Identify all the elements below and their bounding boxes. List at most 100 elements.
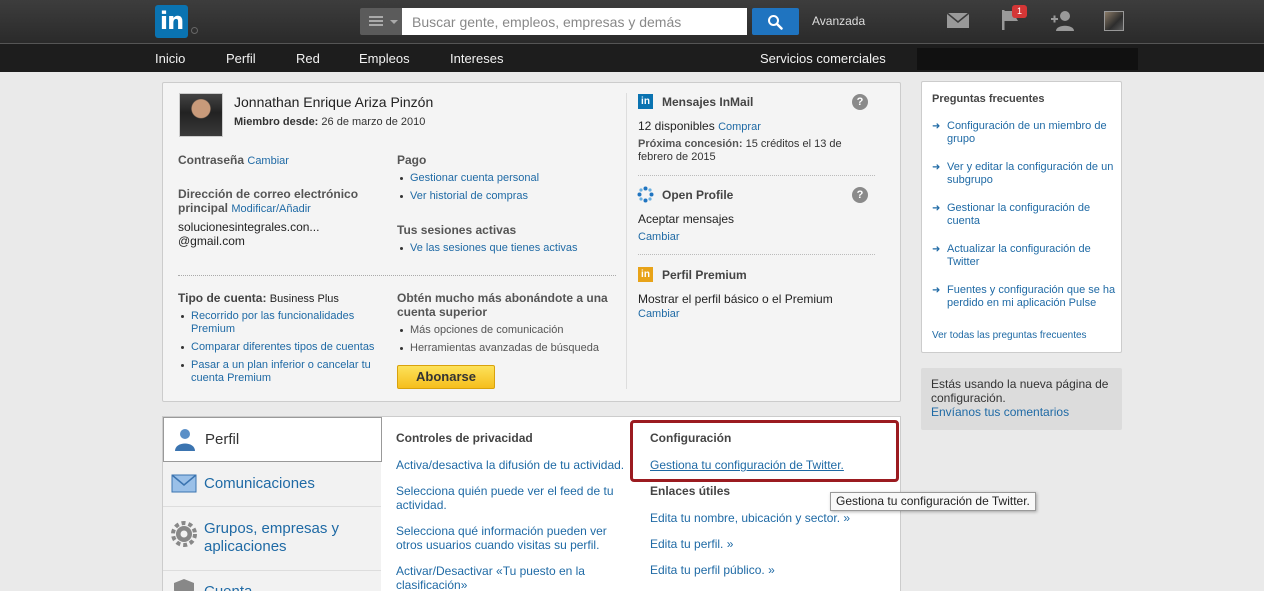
privacy-controls: Controles de privacidad Activa/desactiva…: [396, 431, 636, 591]
tab-grupos[interactable]: Grupos, empresas y aplicaciones: [163, 507, 381, 571]
arrow-icon: ➜: [932, 285, 941, 296]
member-since-label: Miembro desde:: [234, 116, 319, 128]
nav-item-intereses[interactable]: Intereses: [450, 51, 503, 66]
envelope-icon: [171, 474, 197, 493]
password-label: Contraseña: [178, 153, 245, 167]
divider: [178, 275, 616, 276]
help-icon[interactable]: ?: [852, 187, 868, 203]
privacy-link[interactable]: Activa/desactiva la difusión de tu activ…: [396, 458, 636, 472]
settings-tab-list: Perfil Comunicaciones Grupos, empresas y…: [163, 417, 382, 591]
payment-label: Pago: [397, 153, 427, 167]
search-button[interactable]: [752, 8, 799, 35]
premium-tour-link[interactable]: Recorrido por las funcionalidades Premiu…: [178, 310, 378, 336]
faq-item[interactable]: ➜ Actualizar la configuración de Twitter: [932, 243, 1117, 269]
password-row: Contraseña Cambiar: [178, 153, 289, 167]
advanced-search-link[interactable]: Avanzada: [812, 14, 865, 28]
premium-icon: in: [638, 267, 653, 282]
linkedin-logo[interactable]: in: [155, 5, 188, 38]
faq-panel: Preguntas frecuentes ➜ Configuración de …: [921, 81, 1122, 353]
search-icon: [768, 15, 783, 30]
email-value-line2: @gmail.com: [178, 234, 245, 248]
help-icon[interactable]: ?: [852, 94, 868, 110]
account-type: Tipo de cuenta: Business Plus: [178, 291, 339, 305]
nav-item-empleos[interactable]: Empleos: [359, 51, 410, 66]
downgrade-link[interactable]: Pasar a un plan inferior o cancelar tu c…: [178, 359, 378, 385]
divider: [638, 175, 875, 176]
inmail-next-grant: Próxima concesión: 15 créditos el 13 de …: [638, 138, 863, 164]
add-contact-icon[interactable]: [1050, 10, 1076, 32]
menu-icon: [369, 16, 383, 18]
member-since-value: 26 de marzo de 2010: [321, 116, 426, 128]
arrow-icon: ➜: [932, 244, 941, 255]
faq-title: Preguntas frecuentes: [932, 93, 1045, 105]
highlight-box: [630, 420, 899, 482]
account-summary-card: Jonnathan Enrique Ariza Pinzón Miembro d…: [162, 82, 901, 402]
active-sessions-link[interactable]: Ve las sesiones que tienes activas: [397, 242, 617, 255]
tab-cuenta[interactable]: Cuenta: [163, 571, 381, 591]
email-value: solucionesintegrales.con... @gmail.com: [178, 220, 319, 248]
arrow-icon: ➜: [932, 162, 941, 173]
faq-item[interactable]: ➜ Ver y editar la configuración de un su…: [932, 161, 1117, 187]
payment-links: Gestionar cuenta personal Ver historial …: [397, 172, 597, 208]
privacy-link[interactable]: Activar/Desactivar «Tu puesto en la clas…: [396, 564, 636, 591]
nav-item-inicio[interactable]: Inicio: [155, 51, 185, 66]
profile-icon: [175, 429, 195, 451]
chevron-down-icon: [390, 20, 398, 24]
search-input[interactable]: [402, 8, 747, 35]
arrow-icon: ➜: [932, 121, 941, 132]
useful-link[interactable]: Edita tu nombre, ubicación y sector. »: [650, 511, 880, 525]
notification-badge: 1: [1012, 5, 1027, 18]
useful-link[interactable]: Edita tu perfil público. »: [650, 563, 880, 577]
nav-item-red[interactable]: Red: [296, 51, 320, 66]
tab-perfil[interactable]: Perfil: [163, 417, 382, 462]
feedback-link[interactable]: Envíanos tus comentarios: [931, 405, 1112, 419]
sessions-label: Tus sesiones activas: [397, 223, 517, 237]
email-value-line1: solucionesintegrales.con...: [178, 220, 320, 234]
premium-change-link[interactable]: Cambiar: [638, 308, 680, 320]
inmail-next-label: Próxima concesión:: [638, 138, 743, 150]
shield-icon: [174, 579, 194, 591]
faq-item[interactable]: ➜ Fuentes y configuración que se ha perd…: [932, 284, 1117, 310]
open-profile-title: Open Profile: [662, 188, 734, 202]
open-profile-icon: [637, 186, 654, 203]
privacy-link[interactable]: Selecciona quién puede ver el feed de tu…: [396, 484, 636, 512]
tab-comunicaciones[interactable]: Comunicaciones: [163, 462, 381, 507]
column-divider: [626, 93, 627, 389]
open-profile-change-link[interactable]: Cambiar: [638, 231, 680, 243]
nav-item-business-services[interactable]: Servicios comerciales: [760, 51, 886, 66]
purchase-history-link[interactable]: Ver historial de compras: [397, 190, 597, 203]
inmail-available: 12 disponibles Comprar: [638, 119, 761, 133]
modify-email-link[interactable]: Modificar/Añadir: [231, 203, 310, 215]
upgrade-benefit: Herramientas avanzadas de búsqueda: [397, 342, 617, 355]
inmail-count: 12 disponibles: [638, 119, 715, 133]
member-since: Miembro desde: 26 de marzo de 2010: [234, 116, 425, 128]
premium-title: Perfil Premium: [662, 268, 747, 282]
avatar[interactable]: [1104, 11, 1124, 31]
manage-account-link[interactable]: Gestionar cuenta personal: [397, 172, 597, 185]
faq-item[interactable]: ➜ Gestionar la configuración de cuenta: [932, 202, 1117, 228]
all-faq-link[interactable]: Ver todas las preguntas frecuentes: [932, 330, 1087, 341]
nav-item-perfil[interactable]: Perfil: [226, 51, 256, 66]
mail-icon[interactable]: [946, 10, 970, 30]
profile-name: Jonnathan Enrique Ariza Pinzón: [234, 94, 434, 110]
privacy-link[interactable]: Selecciona qué información pueden ver ot…: [396, 524, 636, 552]
premium-value: Mostrar el perfil básico o el Premium: [638, 292, 833, 306]
faq-item[interactable]: ➜ Configuración de un miembro de grupo: [932, 120, 1117, 146]
useful-link[interactable]: Edita tu perfil. »: [650, 537, 880, 551]
upgrade-benefit: Más opciones de comunicación: [397, 324, 617, 337]
email-label-principal: principal: [178, 201, 229, 215]
gear-icon: [171, 521, 197, 547]
privacy-title: Controles de privacidad: [396, 431, 533, 445]
profile-photo[interactable]: [179, 93, 223, 137]
upgrade-button[interactable]: Abonarse: [397, 365, 495, 389]
account-type-label: Tipo de cuenta:: [178, 291, 267, 305]
open-profile-value: Aceptar mensajes: [638, 212, 735, 226]
tooltip: Gestiona tu configuración de Twitter.: [830, 492, 1036, 511]
trademark-icon: [191, 27, 198, 34]
search-category-button[interactable]: [360, 8, 402, 35]
compare-accounts-link[interactable]: Comparar diferentes tipos de cuentas: [178, 341, 378, 354]
feedback-box: Estás usando la nueva página de configur…: [921, 368, 1122, 430]
buy-inmail-link[interactable]: Comprar: [718, 121, 761, 133]
change-password-link[interactable]: Cambiar: [247, 155, 289, 167]
nav-ad-placeholder: [917, 48, 1138, 70]
